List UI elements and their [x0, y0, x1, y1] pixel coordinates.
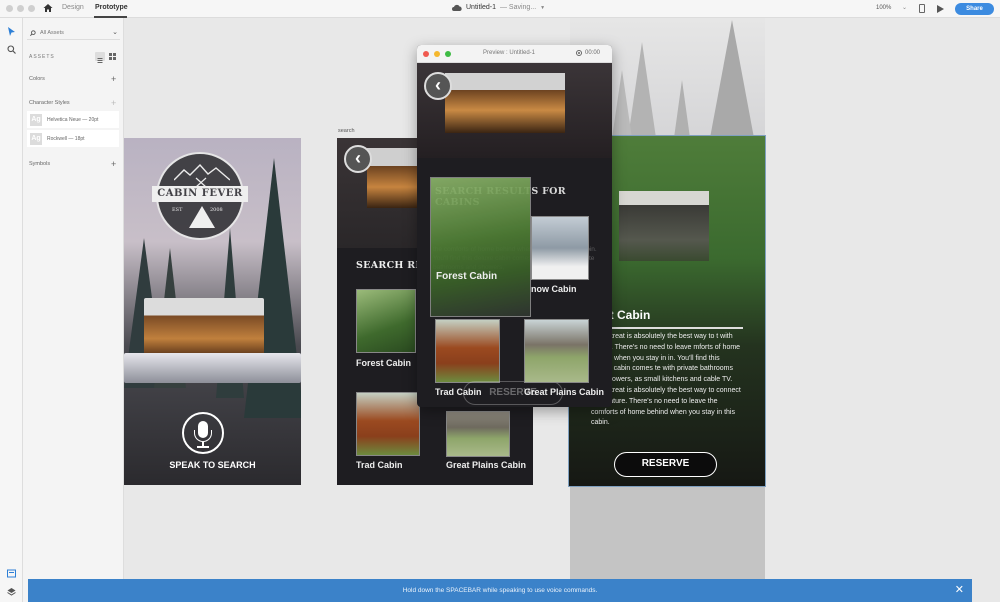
- cloud-icon: [452, 4, 462, 11]
- result-thumbnail-trad-cabin[interactable]: [435, 319, 500, 383]
- result-label[interactable]: Trad Cabin: [356, 460, 403, 470]
- record-timer: 00:00: [585, 50, 601, 56]
- colors-section-label: Colors: [29, 76, 45, 82]
- close-icon[interactable]: ✕: [955, 579, 964, 602]
- select-tool-icon[interactable]: [7, 27, 16, 36]
- share-button[interactable]: Share: [955, 3, 994, 15]
- result-thumbnail-forest-cabin[interactable]: [356, 289, 416, 353]
- search-results-heading: SEARCH RE: [356, 260, 424, 271]
- speak-to-search-label: SPEAK TO SEARCH: [169, 460, 256, 470]
- preview-close-button[interactable]: [423, 51, 429, 57]
- assets-panel: All Assets ⌄ ASSETS Colors + Character S…: [23, 18, 124, 602]
- document-title[interactable]: Untitled-1 — Saving... ▼: [452, 4, 545, 11]
- add-character-style-button[interactable]: +: [111, 99, 116, 108]
- tab-design[interactable]: Design: [62, 4, 84, 11]
- character-styles-section-label: Character Styles: [29, 100, 70, 106]
- grid-view-icon[interactable]: [109, 53, 116, 60]
- record-icon[interactable]: [576, 50, 582, 56]
- character-style-label: Helvetica Neue — 20pt: [47, 116, 99, 123]
- result-thumbnail-trad-cabin[interactable]: [356, 392, 420, 456]
- tree-shape: [628, 42, 656, 138]
- result-label[interactable]: Forest Cabin: [436, 271, 497, 282]
- layers-icon[interactable]: [7, 587, 16, 596]
- symbols-section-label: Symbols: [29, 161, 51, 167]
- artboard-home[interactable]: CABIN FEVER EST 2008 SPEAK TO SEARCH: [124, 138, 301, 485]
- back-button[interactable]: ‹: [344, 145, 372, 173]
- result-label[interactable]: Great Plains Cabin: [446, 460, 526, 470]
- preview-title-bar[interactable]: Preview : Untitled-1 00:00: [417, 45, 612, 63]
- add-symbol-button[interactable]: +: [111, 160, 116, 169]
- microphone-icon-base: [197, 446, 209, 448]
- save-status: — Saving...: [499, 4, 537, 11]
- character-style-label: Rockwell — 18pt: [47, 135, 85, 142]
- snow-photo: [124, 353, 301, 383]
- zoom-chevron-icon[interactable]: ⌄: [902, 4, 907, 11]
- assets-filter-dropdown[interactable]: All Assets ⌄: [27, 26, 120, 40]
- document-name: Untitled-1: [466, 4, 496, 11]
- artboard-label-search[interactable]: search: [338, 128, 355, 134]
- notification-message: Hold down the SPACEBAR while speaking to…: [402, 587, 598, 594]
- preview-window[interactable]: Preview : Untitled-1 00:00 ‹ the comfort…: [417, 45, 612, 407]
- title-bar: Design Prototype Untitled-1 — Saving... …: [0, 0, 1000, 18]
- tree-shape: [612, 70, 632, 138]
- preview-minimize-button[interactable]: [434, 51, 440, 57]
- logo-year: 2008: [210, 207, 223, 213]
- preview-maximize-button[interactable]: [445, 51, 451, 57]
- cabin-photo: [144, 298, 264, 356]
- speak-to-search-button[interactable]: [182, 412, 224, 454]
- cabin-description: rest retreat is absolutely the best way …: [591, 333, 741, 427]
- title-divider: [601, 327, 743, 329]
- result-thumbnail-great-plains-cabin[interactable]: [446, 411, 510, 457]
- result-label[interactable]: now Cabin: [531, 284, 577, 294]
- tab-prototype[interactable]: Prototype: [95, 4, 128, 11]
- window-minimize-button[interactable]: [17, 5, 24, 12]
- search-icon: [30, 29, 36, 36]
- home-icon[interactable]: [43, 3, 53, 13]
- assets-icon[interactable]: [7, 569, 16, 578]
- logo-name: CABIN FEVER: [152, 186, 248, 202]
- microphone-icon-arc: [194, 430, 212, 442]
- character-style-item[interactable]: Ag Helvetica Neue — 20pt: [27, 111, 119, 128]
- result-label[interactable]: Forest Cabin: [356, 358, 411, 368]
- chevron-down-icon: ▼: [540, 4, 546, 11]
- result-label[interactable]: Great Plains Cabin: [524, 387, 604, 397]
- voice-command-notification: Hold down the SPACEBAR while speaking to…: [28, 579, 972, 602]
- character-style-item[interactable]: Ag Rockwell — 18pt: [27, 130, 119, 147]
- cabin-fever-logo: CABIN FEVER EST 2008: [152, 152, 248, 240]
- tool-rail: [0, 18, 23, 602]
- cabin-photo: [445, 73, 565, 133]
- result-thumbnail-snow-cabin[interactable]: [531, 216, 589, 280]
- back-button[interactable]: ‹: [424, 72, 452, 100]
- assets-heading: ASSETS: [29, 54, 55, 60]
- search-icon[interactable]: [7, 45, 16, 54]
- tree-shape: [674, 80, 690, 138]
- zoom-level[interactable]: 100%: [876, 5, 891, 11]
- add-color-button[interactable]: +: [111, 75, 116, 84]
- result-label[interactable]: Trad Cabin: [435, 387, 482, 397]
- preview-title: Preview : Untitled-1: [483, 50, 536, 56]
- logo-est: EST: [172, 207, 183, 213]
- result-thumbnail-great-plains-cabin[interactable]: [524, 319, 589, 383]
- device-preview-icon[interactable]: [919, 4, 925, 13]
- chevron-down-icon: ⌄: [112, 29, 118, 36]
- character-style-preview: Ag: [30, 113, 42, 126]
- list-view-icon: [97, 58, 103, 63]
- tree-shape: [710, 20, 754, 138]
- reserve-button[interactable]: RESERVE: [614, 452, 717, 477]
- play-icon[interactable]: [937, 5, 944, 13]
- window-maximize-button[interactable]: [28, 5, 35, 12]
- character-style-preview: Ag: [30, 132, 42, 145]
- window-close-button[interactable]: [6, 5, 13, 12]
- cabin-photo: [619, 191, 709, 261]
- list-view-toggle[interactable]: [95, 52, 105, 63]
- assets-filter-label: All Assets: [40, 29, 64, 36]
- result-card-forest-cabin[interactable]: [430, 177, 531, 317]
